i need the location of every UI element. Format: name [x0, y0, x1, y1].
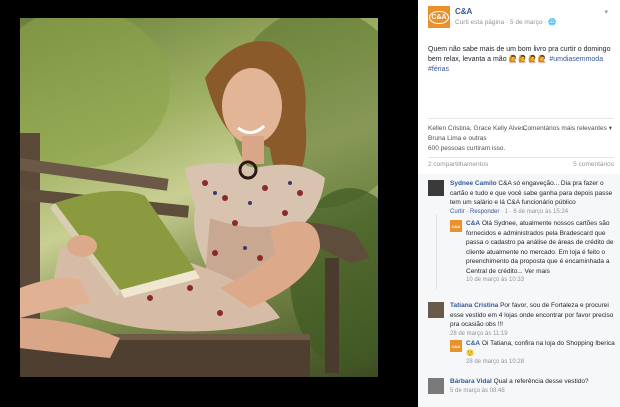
reaction-names[interactable]: Kellen Cristina, Grace Kelly Alves, Brun… — [428, 124, 538, 144]
comment-text: Oi Tatiana, confira na loja do Shopping … — [466, 340, 615, 357]
comment-time: 5 de março às 08:48 — [450, 387, 505, 394]
comment-filter-dropdown[interactable]: Comentários mais relevantes ▾ — [523, 124, 612, 134]
post-photo[interactable] — [20, 18, 378, 377]
page-avatar[interactable]: C&A — [428, 6, 450, 28]
comments-list: Sydnee Camilo C&A só engaveção... Dia pr… — [418, 174, 620, 407]
photo-viewer — [0, 0, 418, 407]
reaction-count[interactable]: 600 pessoas curtiram isso. — [428, 144, 614, 154]
comment-time: 28 de março às 11:19 — [450, 330, 508, 337]
reply-thread-line — [436, 214, 437, 289]
comment: Bárbara Vidal Qual a referência desse ve… — [450, 377, 616, 396]
caption-emojis: 🙋🙋🙋🙋 — [508, 56, 548, 63]
comment-time: 10 de março às 10:33 — [466, 277, 525, 283]
avatar[interactable]: C&A — [450, 340, 462, 352]
post-stats: 2 compartilhamentos 5 comentários — [428, 161, 614, 168]
divider — [428, 118, 614, 119]
page-name[interactable]: C&A — [455, 7, 472, 16]
post-caption: Quem não sabe mais de um bom livro pra c… — [428, 45, 614, 75]
comment-author[interactable]: Sydnee Camilo — [450, 180, 497, 187]
comment-author[interactable]: Bárbara Vidal — [450, 378, 492, 385]
divider — [428, 157, 614, 158]
comment-text: Olá Sydnee, atualmente nossos cartões sã… — [466, 220, 614, 275]
page-logo-text: C&A — [429, 10, 449, 24]
post-header: C&A C&A Curti esta página · 5 de março ·… — [428, 6, 618, 30]
comment-time: 28 de março às 10:28 — [466, 359, 525, 365]
comment: Tatiana Cristina Por favor, sou de Forta… — [450, 301, 616, 339]
globe-icon: 🌐 — [548, 19, 557, 26]
comment-author[interactable]: C&A — [466, 220, 480, 227]
comment-time: 1 · 6 de março às 15:24 — [504, 208, 569, 215]
comment-reply: C&A Oi Tatiana, confira na loja do Shopp… — [466, 339, 616, 368]
chevron-down-icon[interactable]: ▾ — [604, 8, 608, 16]
post-publisher[interactable]: Curti esta página — [455, 19, 504, 26]
comment-text: Qual a referência desse vestido? — [493, 378, 589, 385]
post-meta: Curti esta página · 5 de março · 🌐 — [455, 19, 557, 26]
comment-meta: Curtir · Responder · 1 · 6 de março às 1… — [450, 208, 569, 215]
comment: Sydnee Camilo C&A só engaveção... Dia pr… — [450, 179, 616, 217]
avatar[interactable] — [428, 302, 444, 318]
avatar[interactable] — [428, 378, 444, 394]
avatar[interactable]: C&A — [450, 220, 462, 232]
shares-count[interactable]: 2 compartilhamentos — [428, 161, 488, 168]
photo-illustration — [20, 18, 378, 377]
comment-author[interactable]: Tatiana Cristina — [450, 302, 498, 309]
comment-actions[interactable]: Curtir · Responder — [450, 209, 499, 215]
post-panel: C&A C&A Curti esta página · 5 de março ·… — [418, 0, 620, 407]
avatar[interactable] — [428, 180, 444, 196]
comment-author[interactable]: C&A — [466, 340, 480, 347]
comments-count[interactable]: 5 comentários — [573, 161, 614, 168]
comment-reply: C&A Olá Sydnee, atualmente nossos cartõe… — [466, 219, 616, 286]
reactions-summary: Kellen Cristina, Grace Kelly Alves, Brun… — [428, 124, 614, 154]
post-date[interactable]: 5 de março — [510, 19, 543, 26]
